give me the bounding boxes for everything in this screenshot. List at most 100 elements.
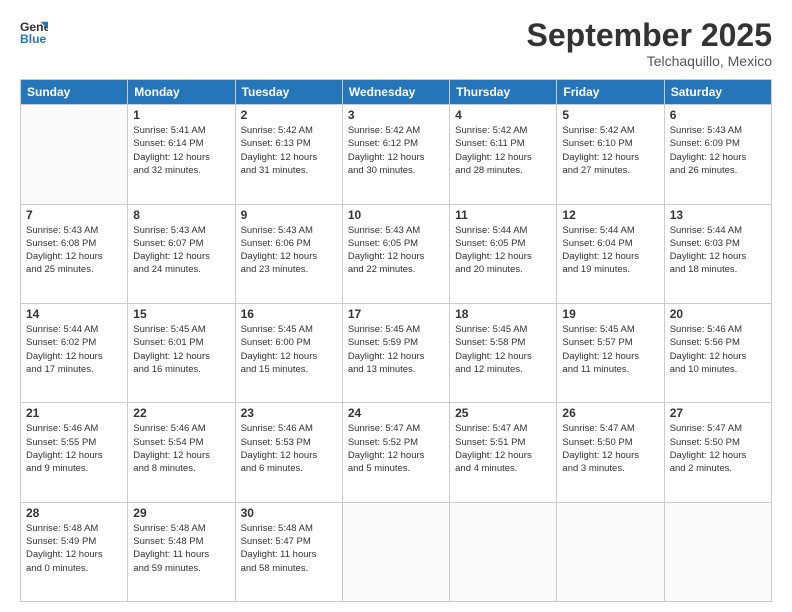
table-row: 21Sunrise: 5:46 AM Sunset: 5:55 PM Dayli… (21, 403, 128, 502)
table-row: 24 Sunrise: 5:47 AM Sunset: 5:52 PM Dayli… (342, 403, 449, 502)
location: Telchaquillo, Mexico (527, 53, 772, 69)
table-row: 22 Sunrise: 5:46 AM Sunset: 5:54 PM Dayli… (128, 403, 235, 502)
header-wednesday: Wednesday (342, 80, 449, 105)
day-number: 3 (348, 108, 444, 122)
day-info: Sunrise: 5:45 AM Sunset: 6:01 PM Dayligh… (133, 323, 229, 376)
day-number: 22 (133, 406, 229, 420)
day-info: Sunrise: 5:47 AM Sunset: 5:50 PM Dayligh… (670, 422, 766, 475)
table-row: 2Sunrise: 5:42 AM Sunset: 6:13 PM Daylig… (235, 105, 342, 204)
day-number: 6 (670, 108, 766, 122)
day-number: 19 (562, 307, 658, 321)
day-info: Sunrise: 5:47 AM Sunset: 5:51 PM Dayligh… (455, 422, 551, 475)
calendar-week-2: 7Sunrise: 5:43 AM Sunset: 6:08 PM Daylig… (21, 204, 772, 303)
day-info: Sunrise: 5:48 AM Sunset: 5:48 PM Dayligh… (133, 522, 229, 575)
day-info: Sunrise: 5:44 AM Sunset: 6:05 PM Dayligh… (455, 224, 551, 277)
day-number: 17 (348, 307, 444, 321)
calendar-header-row: Sunday Monday Tuesday Wednesday Thursday… (21, 80, 772, 105)
day-number: 8 (133, 208, 229, 222)
calendar-week-4: 21Sunrise: 5:46 AM Sunset: 5:55 PM Dayli… (21, 403, 772, 502)
day-info: Sunrise: 5:42 AM Sunset: 6:12 PM Dayligh… (348, 124, 444, 177)
day-number: 4 (455, 108, 551, 122)
logo-icon: General Blue (20, 18, 48, 46)
day-number: 5 (562, 108, 658, 122)
header-friday: Friday (557, 80, 664, 105)
table-row: 30 Sunrise: 5:48 AM Sunset: 5:47 PM Dayli… (235, 502, 342, 601)
day-number: 23 (241, 406, 337, 420)
table-row: 6 Sunrise: 5:43 AM Sunset: 6:09 PM Daylig… (664, 105, 771, 204)
day-number: 15 (133, 307, 229, 321)
day-number: 30 (241, 506, 337, 520)
calendar-week-3: 14 Sunrise: 5:44 AM Sunset: 6:02 PM Dayli… (21, 303, 772, 402)
calendar-table: Sunday Monday Tuesday Wednesday Thursday… (20, 79, 772, 602)
table-row: 13 Sunrise: 5:44 AM Sunset: 6:03 PM Dayli… (664, 204, 771, 303)
table-row (664, 502, 771, 601)
table-row: 28Sunrise: 5:48 AM Sunset: 5:49 PM Dayli… (21, 502, 128, 601)
day-number: 24 (348, 406, 444, 420)
table-row: 19Sunrise: 5:45 AM Sunset: 5:57 PM Dayli… (557, 303, 664, 402)
day-number: 29 (133, 506, 229, 520)
day-info: Sunrise: 5:46 AM Sunset: 5:54 PM Dayligh… (133, 422, 229, 475)
table-row: 14 Sunrise: 5:44 AM Sunset: 6:02 PM Dayli… (21, 303, 128, 402)
day-info: Sunrise: 5:43 AM Sunset: 6:09 PM Dayligh… (670, 124, 766, 177)
day-info: Sunrise: 5:42 AM Sunset: 6:11 PM Dayligh… (455, 124, 551, 177)
table-row (342, 502, 449, 601)
day-info: Sunrise: 5:44 AM Sunset: 6:03 PM Dayligh… (670, 224, 766, 277)
day-number: 12 (562, 208, 658, 222)
day-number: 27 (670, 406, 766, 420)
title-block: September 2025 Telchaquillo, Mexico (527, 18, 772, 69)
day-info: Sunrise: 5:43 AM Sunset: 6:07 PM Dayligh… (133, 224, 229, 277)
table-row: 8 Sunrise: 5:43 AM Sunset: 6:07 PM Daylig… (128, 204, 235, 303)
table-row: 27 Sunrise: 5:47 AM Sunset: 5:50 PM Dayli… (664, 403, 771, 502)
day-number: 16 (241, 307, 337, 321)
logo: General Blue (20, 18, 48, 46)
day-info: Sunrise: 5:48 AM Sunset: 5:47 PM Dayligh… (241, 522, 337, 575)
day-info: Sunrise: 5:43 AM Sunset: 6:05 PM Dayligh… (348, 224, 444, 277)
header-monday: Monday (128, 80, 235, 105)
table-row: 16Sunrise: 5:45 AM Sunset: 6:00 PM Dayli… (235, 303, 342, 402)
day-number: 7 (26, 208, 122, 222)
day-info: Sunrise: 5:48 AM Sunset: 5:49 PM Dayligh… (26, 522, 122, 575)
table-row: 18Sunrise: 5:45 AM Sunset: 5:58 PM Dayli… (450, 303, 557, 402)
header-sunday: Sunday (21, 80, 128, 105)
table-row: 20 Sunrise: 5:46 AM Sunset: 5:56 PM Dayli… (664, 303, 771, 402)
table-row (450, 502, 557, 601)
day-info: Sunrise: 5:42 AM Sunset: 6:10 PM Dayligh… (562, 124, 658, 177)
header-tuesday: Tuesday (235, 80, 342, 105)
day-number: 13 (670, 208, 766, 222)
svg-text:Blue: Blue (20, 32, 47, 46)
table-row (557, 502, 664, 601)
day-number: 26 (562, 406, 658, 420)
day-info: Sunrise: 5:42 AM Sunset: 6:13 PM Dayligh… (241, 124, 337, 177)
table-row: 4 Sunrise: 5:42 AM Sunset: 6:11 PM Daylig… (450, 105, 557, 204)
day-info: Sunrise: 5:43 AM Sunset: 6:06 PM Dayligh… (241, 224, 337, 277)
table-row: 25 Sunrise: 5:47 AM Sunset: 5:51 PM Dayli… (450, 403, 557, 502)
day-number: 20 (670, 307, 766, 321)
day-number: 14 (26, 307, 122, 321)
table-row: 10 Sunrise: 5:43 AM Sunset: 6:05 PM Dayli… (342, 204, 449, 303)
day-info: Sunrise: 5:41 AM Sunset: 6:14 PM Dayligh… (133, 124, 229, 177)
day-number: 11 (455, 208, 551, 222)
month-title: September 2025 (527, 18, 772, 53)
table-row: 5 Sunrise: 5:42 AM Sunset: 6:10 PM Daylig… (557, 105, 664, 204)
table-row (21, 105, 128, 204)
calendar-week-5: 28Sunrise: 5:48 AM Sunset: 5:49 PM Dayli… (21, 502, 772, 601)
header: General Blue September 2025 Telchaquillo… (20, 18, 772, 69)
table-row: 12Sunrise: 5:44 AM Sunset: 6:04 PM Dayli… (557, 204, 664, 303)
table-row: 29 Sunrise: 5:48 AM Sunset: 5:48 PM Dayli… (128, 502, 235, 601)
day-number: 25 (455, 406, 551, 420)
day-number: 21 (26, 406, 122, 420)
day-info: Sunrise: 5:47 AM Sunset: 5:52 PM Dayligh… (348, 422, 444, 475)
day-info: Sunrise: 5:46 AM Sunset: 5:53 PM Dayligh… (241, 422, 337, 475)
day-number: 10 (348, 208, 444, 222)
day-info: Sunrise: 5:46 AM Sunset: 5:56 PM Dayligh… (670, 323, 766, 376)
table-row: 11 Sunrise: 5:44 AM Sunset: 6:05 PM Dayli… (450, 204, 557, 303)
header-thursday: Thursday (450, 80, 557, 105)
day-number: 9 (241, 208, 337, 222)
day-info: Sunrise: 5:44 AM Sunset: 6:02 PM Dayligh… (26, 323, 122, 376)
page: General Blue September 2025 Telchaquillo… (0, 0, 792, 612)
day-info: Sunrise: 5:45 AM Sunset: 5:59 PM Dayligh… (348, 323, 444, 376)
day-number: 1 (133, 108, 229, 122)
day-number: 18 (455, 307, 551, 321)
day-info: Sunrise: 5:47 AM Sunset: 5:50 PM Dayligh… (562, 422, 658, 475)
calendar-week-1: 1 Sunrise: 5:41 AM Sunset: 6:14 PM Daylig… (21, 105, 772, 204)
